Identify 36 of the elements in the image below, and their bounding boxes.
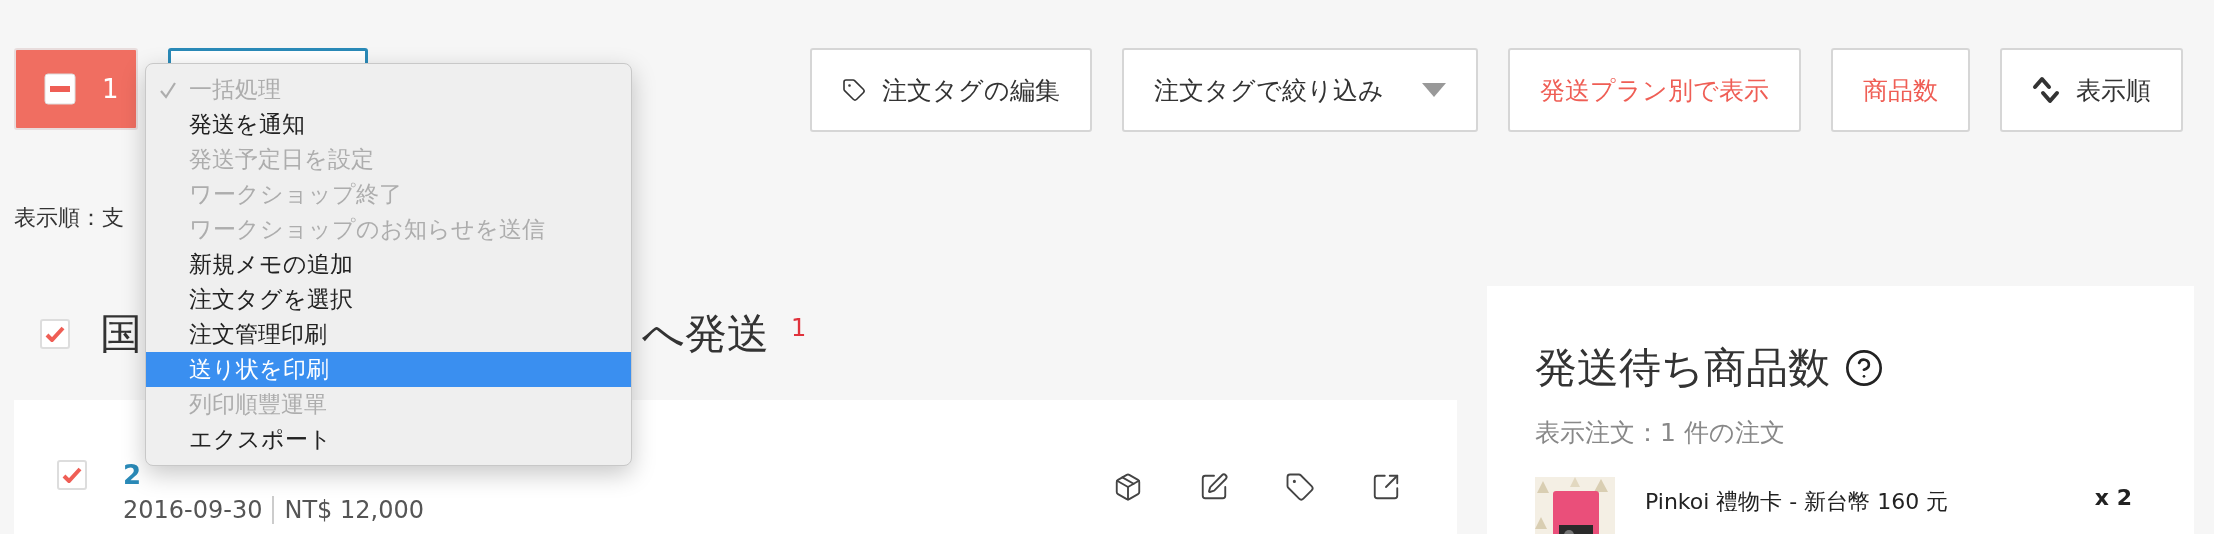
menu-item[interactable]: エクスポート (146, 422, 631, 457)
toolbar-button[interactable]: 注文タグの編集 (810, 48, 1092, 132)
check-icon (45, 326, 65, 342)
sort-label: 表示順：支 (14, 204, 124, 232)
item-name: Pinkoi 禮物卡 - 新台幣 160 元 (1645, 488, 1949, 516)
tag-icon[interactable] (1285, 472, 1315, 502)
checkbox[interactable] (40, 319, 70, 349)
menu-item[interactable]: 注文管理印刷 (146, 317, 631, 352)
minus-checkbox-icon (44, 73, 76, 105)
menu-item[interactable]: 新規メモの追加 (146, 247, 631, 282)
caret-icon (1422, 83, 1446, 97)
toolbar-button[interactable]: 注文タグで絞り込み (1122, 48, 1478, 132)
order-date: 2016-09-30 (123, 496, 263, 524)
toolbar-button[interactable]: 表示順 (2000, 48, 2183, 132)
panel-title: 発送待ち商品数 (1535, 342, 1830, 394)
menu-item[interactable]: 注文タグを選択 (146, 282, 631, 317)
menu-item[interactable]: 発送を通知 (146, 107, 631, 142)
sort-icon (2032, 75, 2060, 105)
checkbox[interactable] (57, 460, 87, 490)
menu-item[interactable]: 送り状を印刷 (146, 352, 631, 387)
group-title: 国 (100, 308, 142, 360)
edit-icon[interactable] (1199, 472, 1229, 502)
bulk-select-button[interactable]: 1 (14, 48, 138, 130)
order-total: NT$ 12,000 (284, 496, 424, 524)
check-icon (62, 467, 82, 483)
tag-icon (842, 78, 866, 102)
order-number[interactable]: 2 (123, 460, 142, 490)
toolbar-button[interactable]: 商品数 (1831, 48, 1970, 132)
toolbar-button[interactable]: 発送プラン別で表示 (1508, 48, 1801, 132)
panel-subtitle: 表示注文：1 件の注文 (1535, 417, 1785, 449)
item-quantity: x 2 (2094, 485, 2133, 510)
external-link-icon[interactable] (1371, 472, 1401, 502)
group-title: へ発送 (642, 308, 769, 360)
help-icon[interactable] (1844, 348, 1884, 388)
group-count: 1 (791, 314, 807, 342)
box-icon[interactable] (1113, 472, 1143, 502)
